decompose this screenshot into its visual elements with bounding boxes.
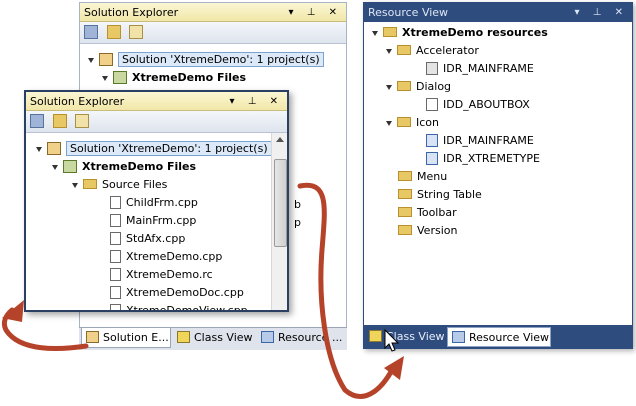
- right-curved-arrow: [297, 182, 395, 399]
- annotation-arrows: [1, 182, 404, 399]
- mouse-cursor-icon: [384, 328, 400, 352]
